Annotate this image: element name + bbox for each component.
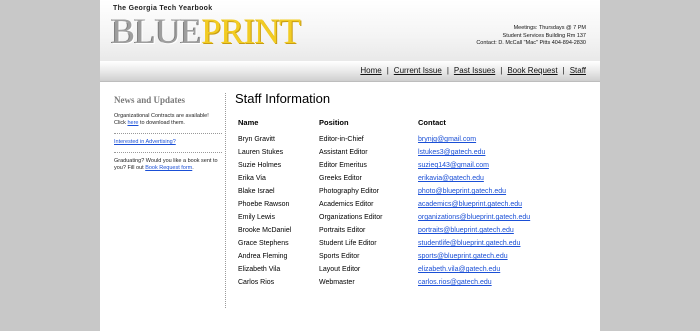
nav-links: Home | Current Issue | Past Issues | Book Requ… bbox=[360, 66, 586, 75]
sidebar-title: News and Updates bbox=[114, 95, 186, 105]
news-item-contracts: Organizational Contracts are available! … bbox=[114, 113, 222, 134]
nav-separator: | bbox=[562, 66, 565, 75]
staff-email-link[interactable]: lstukes3@gatech.edu bbox=[418, 149, 485, 156]
staff-table: Name Position Contact Bryn Gravitt Edito… bbox=[235, 116, 585, 289]
table-row: Grace Stephens Student Life Editor stude… bbox=[235, 237, 585, 250]
table-row: Blake Israel Photography Editor photo@bl… bbox=[235, 185, 585, 198]
logo-print-text: PRINT bbox=[201, 11, 301, 51]
staff-name: Carlos Rios bbox=[238, 279, 275, 286]
staff-contact: studentlife@blueprint.gatech.edu bbox=[415, 237, 585, 250]
nav-current-issue-link[interactable]: Current Issue bbox=[394, 66, 442, 75]
page-container: The Georgia Tech Yearbook BLUEPRINT Meet… bbox=[100, 0, 600, 331]
staff-name: Lauren Stukes bbox=[238, 149, 284, 156]
column-header-position: Position bbox=[319, 118, 349, 127]
meeting-location: Student Services Building Rm 137 bbox=[502, 32, 586, 39]
column-header-contact: Contact bbox=[418, 118, 446, 127]
nav-separator: | bbox=[446, 66, 449, 75]
news-text: to download them. bbox=[138, 120, 185, 126]
staff-email-link[interactable]: studentlife@blueprint.gatech.edu bbox=[418, 240, 520, 247]
main-nav: Home | Current Issue | Past Issues | Book Requ… bbox=[100, 61, 600, 82]
book-request-form-link[interactable]: Book Request form bbox=[145, 165, 192, 171]
staff-email-link[interactable]: organizations@blueprint.gatech.edu bbox=[418, 214, 530, 221]
staff-email-link[interactable]: carlos.rios@gatech.edu bbox=[418, 279, 492, 286]
advertising-link[interactable]: Interested in Advertising? bbox=[114, 139, 176, 145]
staff-name: Brooke McDaniel bbox=[238, 227, 292, 234]
staff-name: Elizabeth Vila bbox=[238, 266, 281, 273]
staff-contact: sports@blueprint.gatech.edu bbox=[415, 250, 585, 263]
table-header-row: Name Position Contact bbox=[235, 116, 585, 133]
nav-separator: | bbox=[500, 66, 503, 75]
table-row: Bryn Gravitt Editor-in-Chief brynjg@gmai… bbox=[235, 133, 585, 146]
staff-name: Grace Stephens bbox=[238, 240, 289, 247]
main-content: Staff Information Name Position Contact … bbox=[235, 91, 595, 286]
staff-name: Phoebe Rawson bbox=[238, 201, 290, 208]
staff-name: Andrea Fleming bbox=[238, 253, 288, 260]
news-item-graduating: Graduating? Would you like a book sent t… bbox=[114, 158, 222, 178]
staff-name: Bryn Gravitt bbox=[238, 136, 275, 143]
table-row: Carlos Rios Webmaster carlos.rios@gatech… bbox=[235, 276, 585, 289]
staff-position: Editor Emeritus bbox=[319, 162, 367, 169]
staff-email-link[interactable]: elizabeth.vila@gatech.edu bbox=[418, 266, 500, 273]
staff-email-link[interactable]: brynjg@gmail.com bbox=[418, 136, 476, 143]
staff-position: Sports Editor bbox=[319, 253, 360, 260]
staff-email-link[interactable]: photo@blueprint.gatech.edu bbox=[418, 188, 506, 195]
news-item-advertising: Interested in Advertising? bbox=[114, 139, 222, 153]
table-row: Lauren Stukes Assistant Editor lstukes3@… bbox=[235, 146, 585, 159]
nav-book-request-link[interactable]: Book Request bbox=[507, 66, 557, 75]
meeting-time: Meetings: Thursdays @ 7 PM bbox=[513, 25, 586, 31]
staff-contact: photo@blueprint.gatech.edu bbox=[415, 185, 585, 198]
page-title: Staff Information bbox=[235, 91, 331, 106]
staff-email-link[interactable]: academics@blueprint.gatech.edu bbox=[418, 201, 522, 208]
staff-email-link[interactable]: sports@blueprint.gatech.edu bbox=[418, 253, 508, 260]
site-header: The Georgia Tech Yearbook BLUEPRINT Meet… bbox=[100, 0, 600, 61]
staff-email-link[interactable]: suzieq143@gmail.com bbox=[418, 162, 489, 169]
logo-blue-text: BLUE bbox=[111, 11, 202, 51]
staff-position: Editor-in-Chief bbox=[319, 136, 364, 143]
staff-position: Photography Editor bbox=[319, 188, 379, 195]
staff-name: Suzie Holmes bbox=[238, 162, 282, 169]
staff-name: Emily Lewis bbox=[238, 214, 275, 221]
staff-position: Organizations Editor bbox=[319, 214, 383, 221]
column-header-name: Name bbox=[238, 118, 259, 127]
table-row: Suzie Holmes Editor Emeritus suzieq143@g… bbox=[235, 159, 585, 172]
staff-email-link[interactable]: erikavia@gatech.edu bbox=[418, 175, 484, 182]
staff-contact: carlos.rios@gatech.edu bbox=[415, 276, 585, 289]
news-sidebar: News and Updates Organizational Contract… bbox=[114, 95, 222, 183]
staff-contact: suzieq143@gmail.com bbox=[415, 159, 585, 172]
staff-name: Blake Israel bbox=[238, 188, 275, 195]
staff-contact: elizabeth.vila@gatech.edu bbox=[415, 263, 585, 276]
meeting-info: Meetings: Thursdays @ 7 PM Student Servi… bbox=[476, 25, 586, 48]
contracts-download-link[interactable]: here bbox=[127, 120, 138, 126]
staff-contact: organizations@blueprint.gatech.edu bbox=[415, 211, 585, 224]
staff-contact: brynjg@gmail.com bbox=[415, 133, 585, 146]
staff-position: Webmaster bbox=[319, 279, 355, 286]
staff-position: Greeks Editor bbox=[319, 175, 362, 182]
staff-contact: academics@blueprint.gatech.edu bbox=[415, 198, 585, 211]
site-logo[interactable]: BLUEPRINT bbox=[111, 11, 301, 51]
nav-staff-link[interactable]: Staff bbox=[570, 66, 586, 75]
staff-contact: portraits@blueprint.gatech.edu bbox=[415, 224, 585, 237]
staff-position: Academics Editor bbox=[319, 201, 374, 208]
table-row: Elizabeth Vila Layout Editor elizabeth.v… bbox=[235, 263, 585, 276]
staff-position: Assistant Editor bbox=[319, 149, 368, 156]
staff-name: Erika Via bbox=[238, 175, 266, 182]
table-row: Brooke McDaniel Portraits Editor portrai… bbox=[235, 224, 585, 237]
nav-home-link[interactable]: Home bbox=[360, 66, 381, 75]
table-row: Phoebe Rawson Academics Editor academics… bbox=[235, 198, 585, 211]
nav-past-issues-link[interactable]: Past Issues bbox=[454, 66, 495, 75]
staff-email-link[interactable]: portraits@blueprint.gatech.edu bbox=[418, 227, 514, 234]
news-text: . bbox=[192, 165, 194, 171]
table-row: Andrea Fleming Sports Editor sports@blue… bbox=[235, 250, 585, 263]
table-row: Erika Via Greeks Editor erikavia@gatech.… bbox=[235, 172, 585, 185]
staff-position: Portraits Editor bbox=[319, 227, 366, 234]
column-divider bbox=[225, 93, 226, 308]
table-row: Emily Lewis Organizations Editor organiz… bbox=[235, 211, 585, 224]
staff-contact: lstukes3@gatech.edu bbox=[415, 146, 585, 159]
staff-position: Student Life Editor bbox=[319, 240, 377, 247]
nav-separator: | bbox=[386, 66, 389, 75]
meeting-contact: Contact: D. McCall "Mac" Pitts 404-894-2… bbox=[476, 40, 586, 46]
staff-position: Layout Editor bbox=[319, 266, 361, 273]
staff-contact: erikavia@gatech.edu bbox=[415, 172, 585, 185]
